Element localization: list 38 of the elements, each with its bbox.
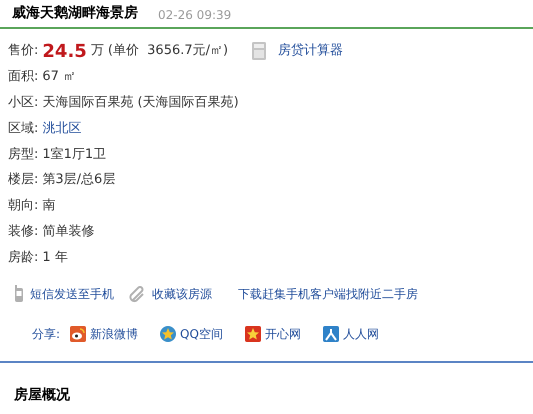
share-link[interactable]: QQ空间 [180,325,223,344]
field-label: 楼层: [8,171,38,190]
price-unit: 万 [90,42,104,60]
field-label: 房龄: [8,248,38,267]
share-label: 分享: [32,326,60,344]
field-value: 1室1厅1卫 [42,146,106,164]
star-icon [160,326,176,342]
field-label: 朝向: [8,197,38,216]
share-link[interactable]: 人人网 [342,325,379,344]
paperclip-icon [128,285,146,304]
field-label: 售价: [8,42,38,60]
action-link[interactable]: 短信发送至手机 [30,285,114,304]
field-link[interactable]: 洮北区 [42,118,82,138]
loan-calculator-link[interactable]: 房贷计算器 [278,41,344,61]
field-value: 67 ㎡ [42,68,76,86]
action-link[interactable]: 下载赶集手机客户端找附近二手房 [238,285,418,304]
listing-title: 威海天鹅湖畔海景房 [12,4,138,23]
field-label: 房型: [8,146,38,164]
field-value: 1 年 [42,248,68,267]
share-link[interactable]: 开心网 [264,325,301,344]
field-value: 第3层/总6层 [42,171,116,190]
field-label: 小区: [8,94,38,112]
field-value: 天海国际百果苑 (天海国际百果苑) [42,94,239,112]
weibo-icon [70,326,86,342]
field-value: 简单装修 [42,222,94,241]
field-value: 南 [42,197,56,216]
post-time: 02-26 09:39 [158,7,232,24]
phone-icon [14,285,24,304]
person-icon [322,326,339,342]
field-label: 面积: [8,68,38,86]
calculator-icon [252,42,266,60]
section-title: 房屋概况 [14,387,70,404]
unit-price: (单价 3656.7元/㎡) [108,42,228,60]
price-amount: 24.5 [42,40,87,64]
field-label: 装修: [8,222,38,241]
action-link[interactable]: 收藏该房源 [152,285,212,304]
field-label: 区域: [8,120,38,138]
share-link[interactable]: 新浪微博 [90,325,138,344]
